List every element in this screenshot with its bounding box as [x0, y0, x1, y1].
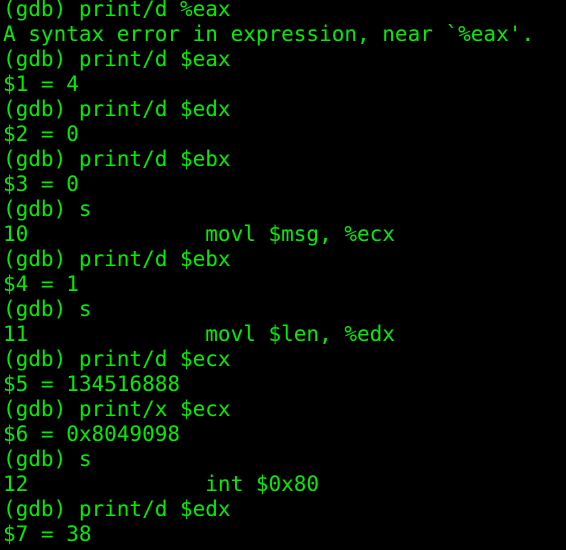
output-line-edx-value: $7 = 38 [3, 522, 92, 546]
command-line-print-eax-percent: (gdb) print/d %eax [3, 0, 231, 21]
source-line-11: 11 movl $len, %edx [3, 322, 395, 346]
command-line-print-ebx: (gdb) print/d $ebx [3, 147, 231, 171]
command-line-print-ebx: (gdb) print/d $ebx [3, 247, 231, 271]
output-line-ecx-hex: $6 = 0x8049098 [3, 422, 181, 446]
error-output-line: A syntax error in expression, near `%eax… [3, 22, 535, 46]
output-line-ebx-value: $3 = 0 [3, 172, 79, 196]
command-line-print-edx: (gdb) print/d $edx [3, 97, 231, 121]
command-line-print-ecx-hex: (gdb) print/x $ecx [3, 397, 231, 421]
command-line-step: (gdb) s [3, 297, 92, 321]
output-line-eax-value: $1 = 4 [3, 72, 79, 96]
output-line-ebx-value: $4 = 1 [3, 272, 79, 296]
command-line-step: (gdb) s [3, 197, 92, 221]
command-line-print-edx: (gdb) print/d $edx [3, 497, 231, 521]
output-line-edx-value: $2 = 0 [3, 122, 79, 146]
source-line-10: 10 movl $msg, %ecx [3, 222, 395, 246]
command-line-print-eax: (gdb) print/d $eax [3, 47, 231, 71]
command-line-step: (gdb) s [3, 447, 92, 471]
gdb-terminal[interactable]: (gdb) print/d %eax A syntax error in exp… [0, 0, 566, 547]
output-line-ecx-decimal: $5 = 134516888 [3, 372, 181, 396]
source-line-12: 12 int $0x80 [3, 472, 320, 496]
command-line-print-ecx: (gdb) print/d $ecx [3, 347, 231, 371]
